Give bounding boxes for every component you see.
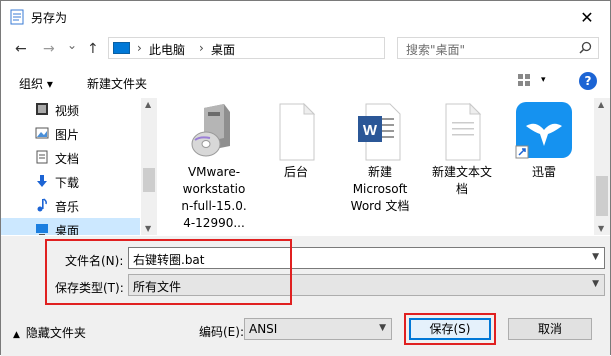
navigation-pane: 视频 图片 文档 下载 音乐 桌面 bbox=[1, 98, 157, 235]
svg-text:W: W bbox=[363, 122, 378, 139]
scrollbar-thumb[interactable] bbox=[596, 176, 608, 216]
xunlei-icon bbox=[515, 102, 572, 159]
sidebar-item-label: 音乐 bbox=[55, 200, 80, 214]
sidebar-item-pictures[interactable]: 图片 bbox=[1, 122, 140, 146]
sidebar-item-documents[interactable]: 文档 bbox=[1, 146, 140, 170]
close-icon: ✕ bbox=[580, 7, 594, 27]
save-options-panel: 文件名(N): 右键转圈.bat ▼ 保存类型(T): 所有文件 ▼ ▲ 隐藏文件… bbox=[1, 236, 610, 356]
music-icon bbox=[37, 198, 47, 212]
sidebar-item-music[interactable]: 音乐 bbox=[1, 194, 140, 218]
download-icon bbox=[37, 175, 47, 187]
pictures-icon bbox=[35, 127, 49, 139]
help-button[interactable]: ? bbox=[579, 72, 597, 90]
hide-folders-label: 隐藏文件夹 bbox=[25, 326, 86, 340]
sidebar-item-label: 图片 bbox=[55, 128, 80, 142]
view-dropdown-icon[interactable]: ▾ bbox=[541, 75, 546, 85]
sidebar-item-label: 桌面 bbox=[55, 224, 80, 235]
desktop-icon bbox=[36, 224, 48, 235]
highlight-box bbox=[45, 239, 292, 305]
file-name: 迅雷 bbox=[531, 165, 556, 179]
blank-file-icon bbox=[279, 102, 316, 161]
this-pc-icon bbox=[113, 42, 130, 54]
sidebar-item-videos[interactable]: 视频 bbox=[1, 98, 140, 122]
breadcrumb-desktop[interactable]: 桌面 bbox=[211, 41, 235, 58]
scroll-up-icon[interactable]: ▲ bbox=[598, 100, 604, 109]
title-bar: 另存为 ✕ bbox=[1, 1, 610, 33]
chevron-up-icon: ▲ bbox=[13, 330, 20, 340]
sidebar-item-downloads[interactable]: 下载 bbox=[1, 170, 140, 194]
hide-folders-toggle[interactable]: ▲ 隐藏文件夹 bbox=[13, 324, 86, 341]
notepad-icon bbox=[10, 9, 24, 25]
scroll-down-icon[interactable]: ▼ bbox=[598, 224, 604, 233]
view-icon[interactable] bbox=[517, 73, 531, 87]
file-name: 新建 Microsoft Word 文档 bbox=[350, 165, 410, 213]
breadcrumb-chevron-icon: › bbox=[199, 41, 204, 55]
encoding-select[interactable]: ANSI ▼ bbox=[244, 318, 392, 340]
breadcrumb-chevron-icon: › bbox=[137, 41, 142, 55]
organize-menu[interactable]: 组织 ▾ bbox=[19, 75, 53, 92]
scroll-down-icon[interactable]: ▼ bbox=[145, 224, 151, 233]
search-icon bbox=[579, 41, 592, 54]
new-folder-button[interactable]: 新建文件夹 bbox=[87, 75, 147, 92]
documents-icon bbox=[36, 150, 48, 164]
window-title: 另存为 bbox=[31, 11, 68, 25]
installer-icon bbox=[191, 104, 230, 157]
encoding-label: 编码(E): bbox=[199, 325, 244, 339]
sidebar-scrollbar[interactable]: ▲ ▼ bbox=[141, 98, 157, 235]
sidebar-item-label: 视频 bbox=[55, 104, 80, 118]
file-name: 后台 bbox=[283, 165, 308, 179]
scrollbar-thumb[interactable] bbox=[143, 168, 155, 192]
recent-locations-button[interactable]: ⌄ bbox=[67, 38, 77, 52]
file-list: VMware- workstatio n-full-15.0. 4-12990.… bbox=[158, 98, 594, 235]
search-placeholder: 搜索"桌面" bbox=[406, 43, 466, 57]
cancel-button[interactable]: 取消 bbox=[508, 318, 592, 340]
chevron-down-icon[interactable]: ▼ bbox=[592, 252, 599, 262]
up-button[interactable]: ↑ bbox=[87, 41, 99, 57]
close-button[interactable]: ✕ bbox=[564, 1, 610, 33]
file-name: 新建文本文 档 bbox=[431, 165, 492, 196]
video-icon bbox=[36, 103, 48, 115]
word-icon: W bbox=[358, 103, 401, 161]
search-box[interactable]: 搜索"桌面" bbox=[397, 37, 599, 59]
file-name: VMware- workstatio n-full-15.0. 4-12990.… bbox=[181, 165, 247, 230]
file-list-scrollbar[interactable]: ▲ ▼ bbox=[594, 98, 610, 235]
highlight-box bbox=[404, 313, 496, 345]
scroll-up-icon[interactable]: ▲ bbox=[145, 100, 151, 109]
breadcrumb-this-pc[interactable]: 此电脑 bbox=[149, 41, 185, 58]
back-button[interactable]: ← bbox=[15, 41, 27, 57]
sidebar-item-label: 文档 bbox=[55, 152, 80, 166]
sidebar-item-label: 下载 bbox=[55, 176, 80, 190]
chevron-down-icon[interactable]: ▼ bbox=[379, 323, 386, 333]
forward-button[interactable]: → bbox=[43, 41, 55, 57]
text-file-icon bbox=[445, 102, 482, 161]
sidebar-item-desktop[interactable]: 桌面 bbox=[1, 218, 140, 235]
address-bar[interactable]: › 此电脑 › 桌面 ⌄ ↻ bbox=[108, 37, 488, 59]
save-as-dialog: 另存为 ✕ ← → ⌄ ↑ › 此电脑 › 桌面 ⌄ ↻ 搜索"桌面" 组织 ▾… bbox=[0, 0, 611, 356]
command-toolbar: 组织 ▾ 新建文件夹 ▾ ? bbox=[1, 67, 610, 97]
chevron-down-icon[interactable]: ▼ bbox=[592, 279, 599, 289]
encoding-value: ANSI bbox=[249, 322, 278, 336]
